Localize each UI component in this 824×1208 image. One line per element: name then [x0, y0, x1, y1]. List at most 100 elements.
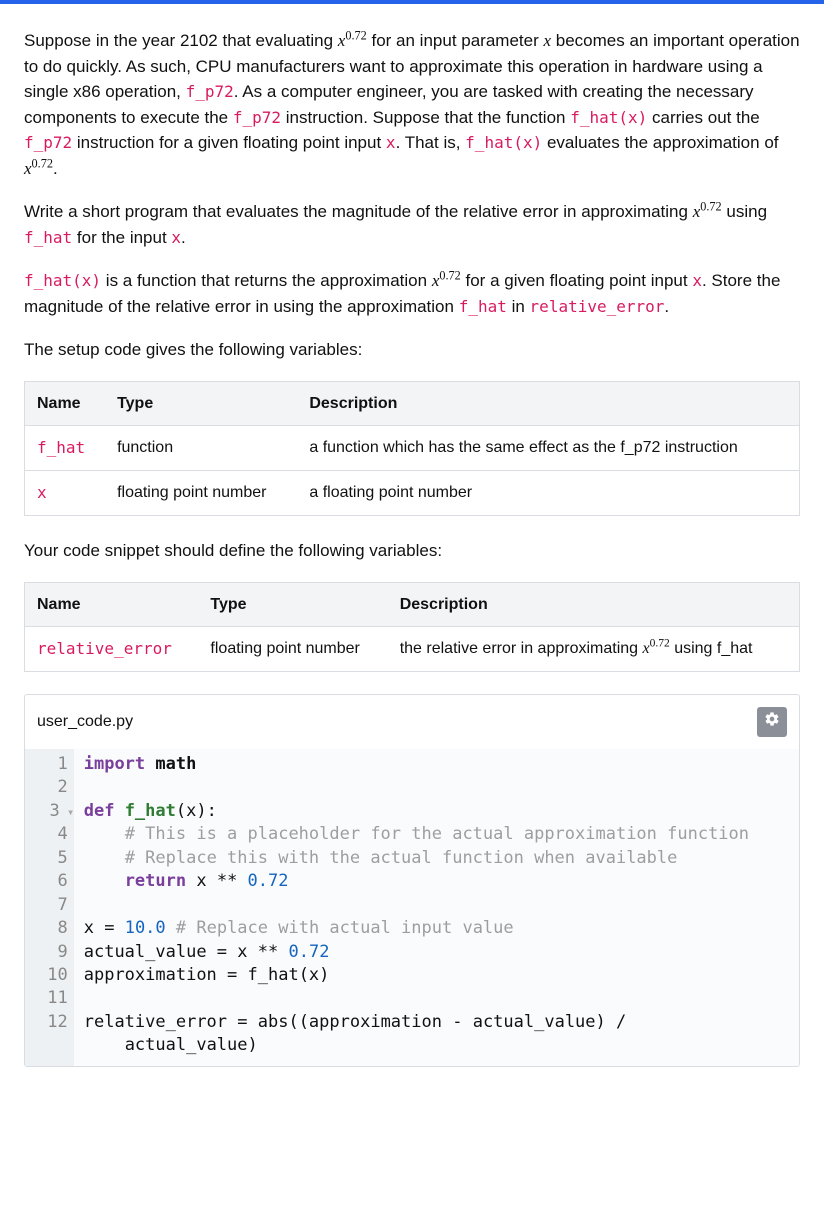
- line-number: 2: [29, 776, 68, 799]
- exp: 0.72: [650, 637, 670, 649]
- exp: 0.72: [700, 199, 721, 213]
- cell-desc: the relative error in approximating x0.7…: [388, 626, 800, 671]
- cell-type: function: [105, 425, 297, 470]
- table-header-row: Name Type Description: [25, 582, 800, 626]
- code-fp72: f_p72: [233, 108, 281, 127]
- output-table: Name Type Description relative_error flo…: [24, 582, 800, 672]
- tok: 0.72: [278, 942, 329, 962]
- code-x: x: [692, 271, 702, 290]
- code-fp72: f_p72: [24, 133, 72, 152]
- text: evaluates the approximation of: [542, 133, 778, 152]
- col-type: Type: [105, 381, 297, 425]
- tok: import: [84, 754, 145, 774]
- code-fhat-x: f_hat(x): [465, 133, 542, 152]
- code-fp72: f_p72: [186, 82, 234, 101]
- code-x: x: [171, 228, 181, 247]
- text: is a function that returns the approxima…: [101, 271, 432, 290]
- paragraph-1: Suppose in the year 2102 that evaluating…: [24, 28, 800, 181]
- paragraph-2: Write a short program that evaluates the…: [24, 199, 800, 250]
- exp: 0.72: [32, 156, 53, 170]
- tok: # Replace with actual input value: [176, 918, 514, 938]
- tok: =: [217, 942, 227, 962]
- cell-type: floating point number: [198, 626, 387, 671]
- text: instruction for a given floating point i…: [72, 133, 386, 152]
- math-x072: x0.72: [338, 31, 367, 50]
- line-number: 11: [29, 987, 68, 1010]
- text: for a given floating point input: [461, 271, 693, 290]
- tok: /: [616, 1012, 626, 1032]
- line-number: 3 ▾: [29, 800, 68, 823]
- code: f_hat: [37, 438, 85, 457]
- math-x072: x0.72: [24, 159, 53, 178]
- text: the relative error in approximating: [400, 640, 643, 657]
- code: x: [37, 483, 47, 502]
- text: Write a short program that evaluates the…: [24, 202, 693, 221]
- tok: actual_value): [462, 1012, 616, 1032]
- fold-icon[interactable]: ▾: [60, 804, 68, 821]
- text: .: [181, 228, 186, 247]
- cell-name: relative_error: [25, 626, 199, 671]
- table-row: f_hat function a function which has the …: [25, 425, 800, 470]
- cell-desc: a function which has the same effect as …: [297, 425, 799, 470]
- line-number: 7: [29, 894, 68, 917]
- tok: 0.72: [237, 871, 288, 891]
- text: carries out the: [647, 108, 759, 127]
- code-rel-err: relative_error: [530, 297, 665, 316]
- tok: x: [84, 918, 104, 938]
- col-name: Name: [25, 582, 199, 626]
- output-intro: Your code snippet should define the foll…: [24, 538, 800, 564]
- math-x072: x0.72: [432, 271, 461, 290]
- math-x072: x0.72: [642, 640, 669, 657]
- setup-intro: The setup code gives the following varia…: [24, 337, 800, 363]
- line-number: 8: [29, 917, 68, 940]
- tok: **: [258, 942, 278, 962]
- text: .: [53, 159, 58, 178]
- text: Suppose in the year 2102 that evaluating: [24, 31, 338, 50]
- table-row: x floating point number a floating point…: [25, 470, 800, 515]
- tok: abs((approximation: [248, 1012, 453, 1032]
- text: .: [664, 297, 669, 316]
- tok: # Replace this with the actual function …: [84, 848, 678, 868]
- code-fhat-x: f_hat(x): [570, 108, 647, 127]
- gear-button[interactable]: [757, 707, 787, 737]
- tok: def: [84, 801, 115, 821]
- line-number: 10: [29, 964, 68, 987]
- text: instruction. Suppose that the function: [281, 108, 570, 127]
- table-row: relative_error floating point number the…: [25, 626, 800, 671]
- col-name: Name: [25, 381, 106, 425]
- tok: return: [84, 871, 186, 891]
- gear-icon: [764, 711, 780, 732]
- paragraph-3: f_hat(x) is a function that returns the …: [24, 268, 800, 319]
- cell-name: f_hat: [25, 425, 106, 470]
- tok: **: [217, 871, 237, 891]
- main-content: Suppose in the year 2102 that evaluating…: [0, 4, 824, 1083]
- line-number: 9: [29, 941, 68, 964]
- line-number: 6: [29, 870, 68, 893]
- cell-type: floating point number: [105, 470, 297, 515]
- exp: 0.72: [439, 268, 460, 282]
- editor-body[interactable]: 1 2 3 ▾ 4 5 6 7 8 9 10 11 12 import math…: [25, 749, 799, 1066]
- editor-header: user_code.py: [25, 695, 799, 749]
- line-gutter: 1 2 3 ▾ 4 5 6 7 8 9 10 11 12: [25, 749, 74, 1066]
- line-number: [29, 1034, 68, 1057]
- tok: -: [452, 1012, 462, 1032]
- line-number: 4: [29, 823, 68, 846]
- tok: =: [104, 918, 114, 938]
- code-area[interactable]: import math def f_hat(x): # This is a pl…: [74, 749, 799, 1066]
- exp: 0.72: [345, 28, 366, 42]
- tok: actual_value: [84, 942, 217, 962]
- table-header-row: Name Type Description: [25, 381, 800, 425]
- text: for the input: [72, 228, 171, 247]
- editor-filename: user_code.py: [37, 713, 133, 731]
- tok: f_hat(x): [237, 965, 329, 985]
- col-type: Type: [198, 582, 387, 626]
- code: relative_error: [37, 639, 172, 658]
- cell-desc: a floating point number: [297, 470, 799, 515]
- tok: x: [227, 942, 258, 962]
- text: for an input parameter: [367, 31, 544, 50]
- tok: f_hat: [114, 801, 175, 821]
- tok: =: [227, 965, 237, 985]
- code-fhat: f_hat: [24, 228, 72, 247]
- code-fhat: f_hat: [459, 297, 507, 316]
- code-x: x: [386, 133, 396, 152]
